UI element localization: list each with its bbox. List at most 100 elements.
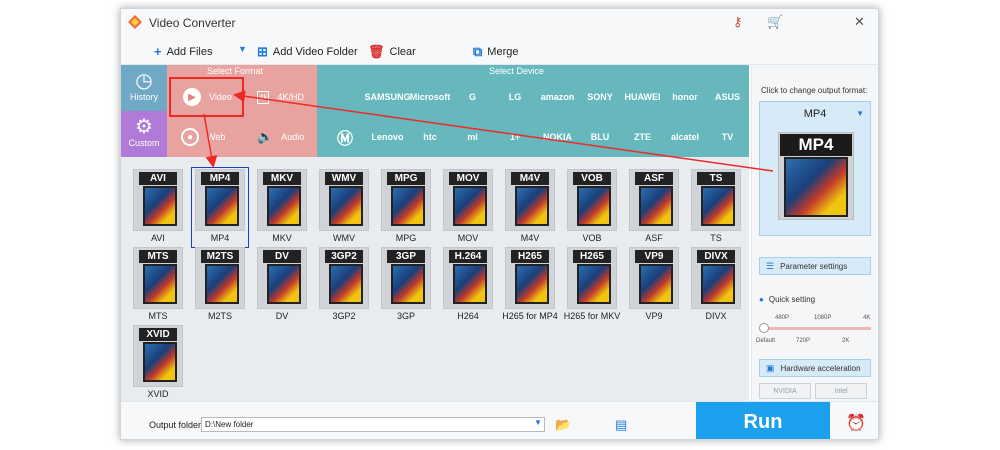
format-tile-mkv[interactable]: MKV MKV (253, 169, 311, 247)
film-icon (639, 264, 673, 304)
format-tile-dv[interactable]: DV DV (253, 247, 311, 325)
format-tile-mts[interactable]: MTS MTS (129, 247, 187, 325)
chip-icon: ▣ (766, 362, 775, 373)
custom-label: Custom (128, 138, 160, 148)
format-badge: ASF (635, 172, 673, 185)
audio-category-button[interactable]: 🔈 Audio (245, 117, 320, 157)
app-window: Video Converter ⚷ 🛒 ✕ + Add Files ▼ ⊞ Ad… (120, 8, 879, 440)
select-format-panel: Select Format ▶ Video 4k 4K/HD ● Web 🔈 A… (167, 65, 317, 157)
film-icon (329, 186, 363, 226)
device-asus-button[interactable]: ASUS (704, 77, 752, 117)
history-label: History (129, 92, 158, 102)
format-badge: TS (697, 172, 735, 185)
folder-icon[interactable]: 📂 (555, 417, 571, 433)
format-tile-avi[interactable]: AVI AVI (129, 169, 187, 247)
parameter-settings-button[interactable]: ☰ Parameter settings (759, 257, 871, 275)
device-lg-button[interactable]: LG (491, 77, 539, 117)
format-badge: VOB (573, 172, 611, 185)
format-tile-xvid[interactable]: XVID XVID (129, 325, 187, 403)
device-honor-button[interactable]: honor (661, 77, 709, 117)
device-zte-button[interactable]: ZTE (619, 117, 667, 157)
quick-setting-slider[interactable] (759, 323, 871, 333)
format-tile-m2ts[interactable]: M2TS M2TS (191, 247, 249, 325)
format-badge: M2TS (201, 250, 239, 263)
toolbar: + Add Files ▼ ⊞ Add Video Folder 🗑 Clear… (121, 37, 878, 65)
format-tile-divx[interactable]: DIVX DIVX (687, 247, 745, 325)
device-motorola-button[interactable]: Ⓜ (321, 117, 369, 157)
format-tile-h265formp4[interactable]: H265 H265 for MP4 (501, 247, 559, 325)
format-label: 3GP2 (332, 311, 356, 321)
device-sony-button[interactable]: SONY (576, 77, 624, 117)
format-label: TS (710, 233, 722, 243)
format-tile-ts[interactable]: TS TS (687, 169, 745, 247)
format-tile-asf[interactable]: ASF ASF (625, 169, 683, 247)
format-badge: DIVX (697, 250, 735, 263)
device-samsung-button[interactable]: SAMSUNG (364, 77, 412, 117)
format-badge: 3GP2 (325, 250, 363, 263)
video-category-button[interactable]: ▶ Video (169, 77, 244, 117)
clear-button[interactable]: 🗑 Clear (368, 44, 416, 60)
output-folder-input[interactable]: D:\New folder (201, 417, 545, 432)
web-category-button[interactable]: ● Web (169, 117, 244, 157)
intel-toggle[interactable]: Intel (815, 383, 867, 399)
output-format-selector[interactable]: MP4 ▼ MP4 (759, 101, 871, 236)
custom-button[interactable]: ⚙ Custom (121, 111, 167, 157)
add-files-button[interactable]: + Add Files (154, 44, 212, 59)
nvidia-toggle[interactable]: NVIDIA (759, 383, 811, 399)
tick-1080p: 1080P (814, 315, 832, 321)
device-tv-button[interactable]: TV (704, 117, 752, 157)
format-tile-vp9[interactable]: VP9 VP9 (625, 247, 683, 325)
device-huawei-button[interactable]: HUAWEI (619, 77, 667, 117)
format-badge: AVI (139, 172, 177, 185)
key-icon[interactable]: ⚷ (733, 14, 743, 30)
device-nokia-button[interactable]: NOKIA (534, 117, 582, 157)
click-to-change-text: Click to change output format: (761, 86, 868, 95)
add-video-folder-label: Add Video Folder (272, 46, 358, 58)
video-folder-icon[interactable]: ▤ (615, 417, 627, 433)
format-badge: H.264 (449, 250, 487, 263)
hd-category-button[interactable]: 4k 4K/HD (245, 77, 320, 117)
format-label: H264 (457, 311, 479, 321)
device-alcatel-button[interactable]: alcatel (661, 117, 709, 157)
format-tile-3gp2[interactable]: 3GP2 3GP2 (315, 247, 373, 325)
device-htc-button[interactable]: htc (406, 117, 454, 157)
format-tile-3gp[interactable]: 3GP 3GP (377, 247, 435, 325)
device-lenovo-button[interactable]: Lenovo (364, 117, 412, 157)
run-button[interactable]: Run (696, 402, 830, 439)
format-badge: MOV (449, 172, 487, 185)
history-button[interactable]: ◷ History (121, 65, 167, 111)
alarm-clock-icon[interactable]: ⏰ (846, 413, 866, 433)
device-blu-button[interactable]: BLU (576, 117, 624, 157)
format-label: M2TS (207, 311, 232, 321)
slider-knob[interactable] (759, 323, 769, 333)
output-folder-label: Output folder: (149, 420, 204, 430)
format-tile-h265formkv[interactable]: H265 H265 for MKV (563, 247, 621, 325)
format-tile-wmv[interactable]: WMV WMV (315, 169, 373, 247)
format-badge: MPG (387, 172, 425, 185)
film-icon (515, 264, 549, 304)
format-tile-h264[interactable]: H.264 H264 (439, 247, 497, 325)
format-tile-mov[interactable]: MOV MOV (439, 169, 497, 247)
device-g-button[interactable]: G (449, 77, 497, 117)
device-microsoft-button[interactable]: Microsoft (406, 77, 454, 117)
format-label: MP4 (210, 233, 230, 243)
format-label: VP9 (645, 311, 663, 321)
format-tile-mp4[interactable]: MP4 MP4 (191, 167, 249, 248)
format-preview-badge: MP4 (780, 134, 852, 156)
device-mi-button[interactable]: mi (449, 117, 497, 157)
device-1-button[interactable]: 1+ (491, 117, 539, 157)
device-amazon-button[interactable]: amazon (534, 77, 582, 117)
chevron-down-icon[interactable]: ▼ (532, 418, 544, 431)
merge-button[interactable]: ⧉ Merge (473, 44, 518, 60)
format-tile-vob[interactable]: VOB VOB (563, 169, 621, 247)
format-tile-mpg[interactable]: MPG MPG (377, 169, 435, 247)
add-files-dropdown[interactable]: ▼ (238, 44, 247, 54)
cart-icon[interactable]: 🛒 (767, 14, 783, 30)
close-icon[interactable]: ✕ (854, 14, 865, 30)
film-icon (205, 264, 239, 304)
film-icon (515, 186, 549, 226)
device-apple-button[interactable] (321, 77, 369, 117)
hardware-acceleration-button[interactable]: ▣ Hardware acceleration (759, 359, 871, 377)
add-video-folder-button[interactable]: ⊞ Add Video Folder (257, 44, 358, 60)
format-tile-m4v[interactable]: M4V M4V (501, 169, 559, 247)
